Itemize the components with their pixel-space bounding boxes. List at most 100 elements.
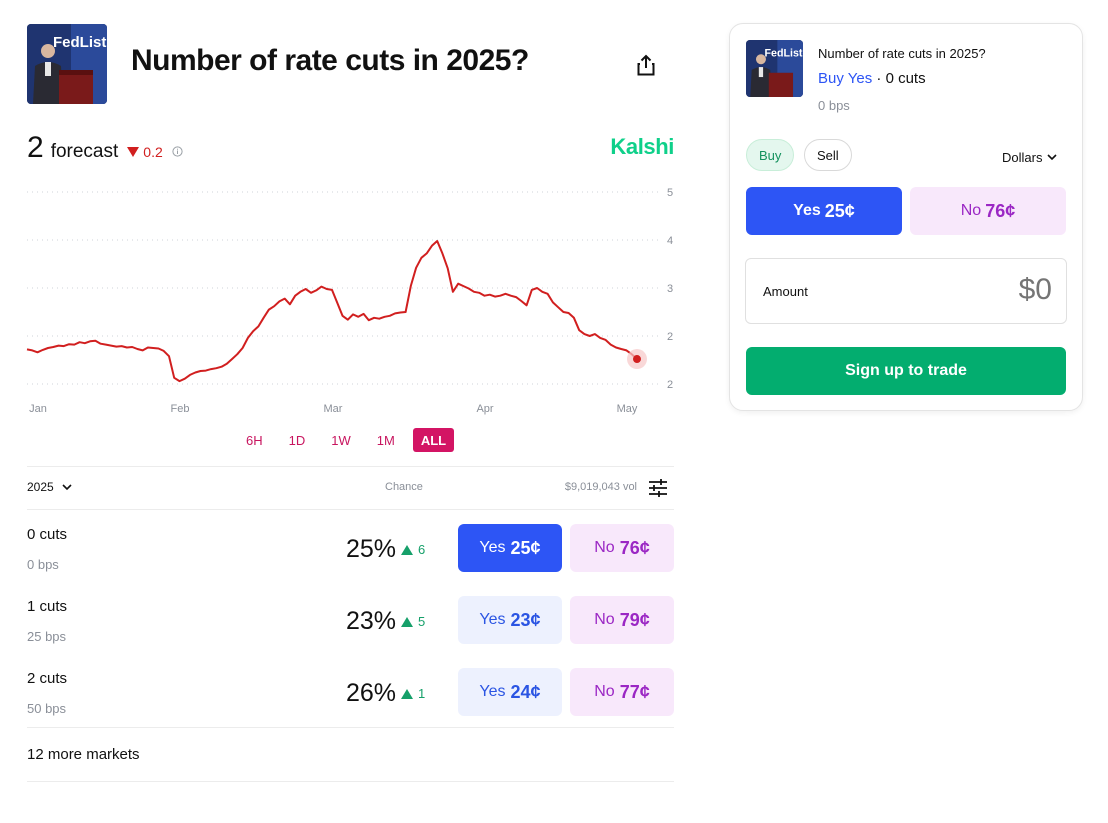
chart-y-tick-label: 3: [667, 283, 673, 295]
thumbnail-image: FedListen: [746, 40, 803, 97]
page-title: Number of rate cuts in 2025?: [131, 44, 529, 77]
buy-toggle[interactable]: Buy: [746, 139, 795, 171]
share-icon: [637, 54, 655, 76]
market-name: 0 cuts: [27, 526, 68, 543]
trade-yes-button[interactable]: Yes 25¢: [746, 187, 902, 235]
more-markets-link[interactable]: 12 more markets: [27, 746, 140, 763]
down-triangle-icon: [127, 147, 140, 157]
chart-y-tick-label: 4: [667, 235, 673, 247]
market-bps: 25 bps: [27, 629, 67, 644]
range-tab-1d[interactable]: 1D: [281, 428, 314, 452]
chart-y-tick-label: 2: [667, 331, 673, 343]
market-row[interactable]: 1 cuts 25 bps 23% 5 Yes 23¢ No 79¢: [27, 583, 674, 655]
market-chance-change: 5: [401, 614, 425, 629]
chart-x-tick-label: Jan: [29, 403, 47, 415]
range-tab-all[interactable]: ALL: [412, 428, 455, 452]
range-tab-1m[interactable]: 1M: [369, 428, 403, 452]
up-triangle-icon: [401, 544, 413, 555]
trade-selection: Buy Yes · 0 cuts: [818, 70, 926, 87]
forecast-value: 2: [27, 131, 44, 164]
year-select[interactable]: 2025: [27, 480, 72, 494]
no-price: 76¢: [619, 537, 650, 558]
chart-y-axis: 5 4 3 2 2: [667, 187, 673, 391]
buy-yes-button[interactable]: Yes 25¢: [458, 524, 562, 572]
info-icon[interactable]: [172, 144, 183, 162]
no-price: 77¢: [619, 681, 650, 702]
no-label: No: [594, 683, 615, 700]
range-tab-6h[interactable]: 6H: [238, 428, 271, 452]
signup-button[interactable]: Sign up to trade: [746, 347, 1066, 395]
yes-price: 24¢: [510, 681, 541, 702]
range-tab-1w[interactable]: 1W: [323, 428, 359, 452]
amount-field: Amount: [745, 258, 1067, 324]
filter-button[interactable]: [647, 477, 669, 499]
chart-x-axis: Jan Feb Mar Apr May: [29, 403, 638, 415]
buy-yes-button[interactable]: Yes 24¢: [458, 668, 562, 716]
buy-no-button[interactable]: No 77¢: [570, 668, 674, 716]
market-name: 1 cuts: [27, 598, 68, 615]
market-chance-change-value: 1: [418, 686, 426, 701]
amount-input[interactable]: [932, 273, 1052, 307]
no-label: No: [594, 539, 615, 556]
yes-price: 23¢: [510, 609, 541, 630]
currency-select[interactable]: Dollars: [1002, 150, 1058, 165]
market-chance-change-value: 5: [418, 614, 426, 629]
yes-label: Yes: [479, 539, 506, 556]
thumbnail-logo-text: FedListen: [765, 47, 803, 59]
divider: [27, 781, 674, 782]
thumbnail-image: FedListen: [27, 24, 107, 104]
chart-series-line: [26, 240, 638, 383]
chevron-down-icon: [1047, 154, 1058, 161]
yes-price: 25¢: [510, 537, 541, 558]
sell-toggle[interactable]: Sell: [804, 139, 852, 171]
market-chance: 25%: [345, 535, 396, 563]
chance-column-header: Chance: [385, 481, 423, 493]
trade-selection-bps: 0 bps: [818, 98, 850, 113]
market-chance: 23%: [345, 607, 396, 635]
forecast-chart[interactable]: 5 4 3 2 2 Jan Feb Mar Apr May: [0, 175, 690, 425]
trade-yes-price: 25¢: [824, 200, 855, 221]
yes-label: Yes: [479, 611, 506, 628]
buy-no-button[interactable]: No 76¢: [570, 524, 674, 572]
chevron-down-icon: [62, 483, 72, 490]
currency-value: Dollars: [1002, 150, 1043, 165]
no-label: No: [594, 611, 615, 628]
amount-label: Amount: [763, 284, 808, 299]
forecast-label: forecast: [50, 141, 119, 162]
up-triangle-icon: [401, 688, 413, 699]
trade-panel-title: Number of rate cuts in 2025?: [818, 46, 986, 61]
trade-panel-thumbnail: FedListen: [746, 40, 803, 97]
trade-no-price: 76¢: [985, 200, 1016, 221]
divider: [27, 509, 674, 510]
buy-yes-button[interactable]: Yes 23¢: [458, 596, 562, 644]
market-row[interactable]: 2 cuts 50 bps 26% 1 Yes 24¢ No 77¢: [27, 655, 674, 727]
market-chance-change: 1: [401, 686, 425, 701]
sliders-icon: [649, 479, 667, 497]
chart-end-marker: [633, 355, 641, 364]
divider: [27, 727, 674, 728]
yes-label: Yes: [479, 683, 506, 700]
chart-x-tick-label: May: [617, 403, 638, 415]
trade-panel: FedListen Number of rate cuts in 2025? B…: [729, 23, 1083, 411]
trade-selection-side: Buy Yes: [818, 70, 873, 87]
market-name: 2 cuts: [27, 670, 68, 687]
market-chance-change-value: 6: [418, 542, 426, 557]
chart-x-tick-label: Feb: [171, 403, 190, 415]
forecast-change: 0.2: [127, 144, 163, 160]
chart-x-tick-label: Apr: [476, 403, 493, 415]
brand-logo: Kalshi: [610, 134, 674, 159]
market-bps: 0 bps: [27, 557, 59, 572]
share-button[interactable]: [632, 50, 660, 80]
buy-no-button[interactable]: No 79¢: [570, 596, 674, 644]
forecast-change-value: 0.2: [143, 144, 163, 160]
market-bps: 50 bps: [27, 701, 67, 716]
trade-no-button[interactable]: No 76¢: [910, 187, 1066, 235]
trade-yes-label: Yes: [793, 202, 821, 219]
volume-text: $9,019,043 vol: [564, 481, 637, 493]
chart-y-tick-label: 2: [667, 379, 673, 391]
trade-no-label: No: [960, 202, 982, 219]
divider: [27, 466, 674, 467]
chart-grid: [27, 191, 660, 385]
market-chance: 26%: [345, 679, 396, 707]
market-row[interactable]: 0 cuts 0 bps 25% 6 Yes 25¢ No 76¢: [27, 511, 674, 583]
